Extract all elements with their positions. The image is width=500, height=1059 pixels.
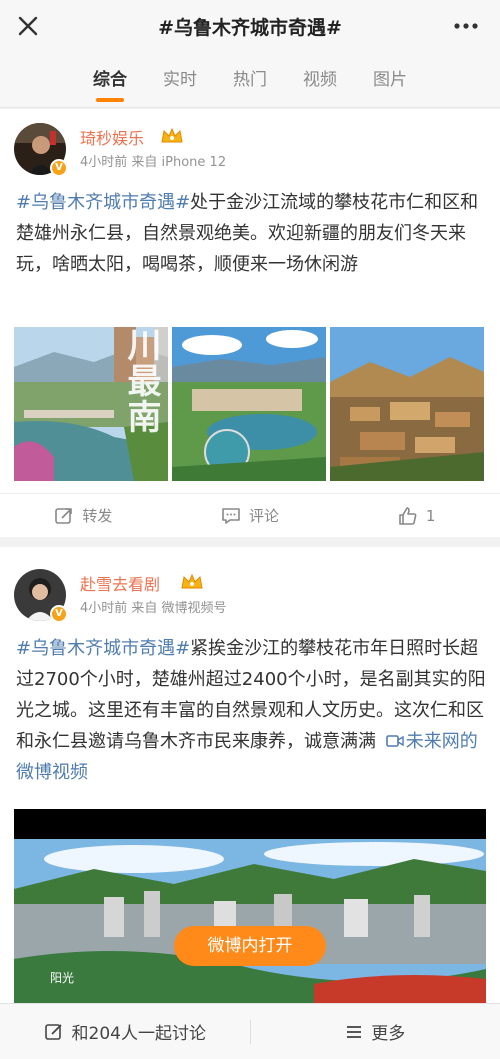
avatar[interactable]: V: [14, 569, 68, 623]
post-card: V 赴雪去看剧 4小时前 来自 微博视频号 #乌鲁木齐城市奇遇#紧挨金沙江的攀枝…: [0, 547, 500, 1009]
comment-icon: [222, 507, 240, 524]
hashtag-link[interactable]: #乌鲁木齐城市奇遇#: [16, 638, 190, 659]
comment-label: 评论: [249, 507, 280, 525]
video-thumbnail: [14, 809, 486, 1009]
bottom-bar: 和204人一起讨论 更多: [0, 1003, 500, 1059]
tab-video[interactable]: 视频: [285, 52, 355, 108]
video-caption: 阳光: [50, 971, 75, 985]
tab-label: 实时: [163, 69, 197, 90]
tab-images[interactable]: 图片: [355, 52, 425, 108]
weibo-topic-page: #乌鲁木齐城市奇遇# 综合 实时 热门 视频 图片 V 琦秒娱乐 4小时前 来自…: [0, 0, 500, 1059]
verified-badge-icon: V: [50, 605, 68, 623]
post-image-lake-park[interactable]: [172, 327, 326, 481]
post-meta: 4小时前 来自 iPhone 12: [80, 155, 227, 170]
author-name[interactable]: 琦秒娱乐: [80, 125, 144, 149]
tab-bar: 综合 实时 热门 视频 图片: [0, 52, 500, 108]
video-player[interactable]: 阳光 微博内打开: [14, 809, 486, 1009]
tab-label: 图片: [373, 69, 407, 90]
post-image-river-city[interactable]: 川最南: [14, 327, 168, 481]
verified-badge-icon: V: [50, 159, 68, 177]
discuss-button[interactable]: 和204人一起讨论: [0, 1019, 250, 1044]
video-link-icon: [385, 735, 404, 747]
tab-label: 视频: [303, 69, 337, 90]
page-title: #乌鲁木齐城市奇遇#: [158, 16, 342, 39]
tab-comprehensive[interactable]: 综合: [75, 52, 145, 108]
more-options-icon[interactable]: [452, 14, 480, 38]
avatar[interactable]: V: [14, 123, 68, 177]
post-text: #乌鲁木齐城市奇遇#处于金沙江流域的攀枝花市仁和区和楚雄州永仁县，自然景观绝美。…: [16, 187, 486, 280]
thumbs-up-icon: [399, 506, 417, 525]
post-text: #乌鲁木齐城市奇遇#紧挨金沙江的攀枝花市年日照时长超过2700个小时，楚雄州超过…: [16, 633, 486, 788]
top-bar: #乌鲁木齐城市奇遇#: [0, 0, 500, 52]
post-actions: 转发 评论 1: [0, 493, 500, 537]
edit-icon: [44, 1023, 62, 1040]
tab-label: 热门: [233, 69, 267, 90]
crown-badge-icon: [161, 127, 183, 143]
menu-icon: [347, 1025, 362, 1038]
tab-hot[interactable]: 热门: [215, 52, 285, 108]
like-button[interactable]: 1: [333, 494, 500, 537]
close-icon[interactable]: [14, 12, 42, 40]
post-meta: 4小时前 来自 微博视频号: [80, 601, 227, 616]
tab-label: 综合: [93, 69, 127, 90]
repost-label: 转发: [82, 507, 113, 525]
post-card: V 琦秒娱乐 4小时前 来自 iPhone 12 #乌鲁木齐城市奇遇#处于金沙江…: [0, 109, 500, 537]
active-tab-indicator: [96, 97, 124, 102]
discuss-label: 和204人一起讨论: [71, 1024, 206, 1044]
post-image-village[interactable]: [330, 327, 484, 481]
comment-button[interactable]: 评论: [167, 494, 334, 537]
open-in-weibo-button[interactable]: 微博内打开: [174, 926, 326, 966]
like-count: 1: [425, 506, 436, 525]
tab-realtime[interactable]: 实时: [145, 52, 215, 108]
author-name[interactable]: 赴雪去看剧: [80, 571, 160, 595]
more-label: 更多: [371, 1024, 406, 1044]
hashtag-link[interactable]: #乌鲁木齐城市奇遇#: [16, 192, 190, 213]
image-overlay-text: 川最南: [121, 327, 161, 435]
crown-badge-icon: [181, 573, 203, 589]
more-button[interactable]: 更多: [251, 1019, 500, 1044]
repost-button[interactable]: 转发: [0, 494, 167, 537]
repost-icon: [55, 507, 73, 524]
